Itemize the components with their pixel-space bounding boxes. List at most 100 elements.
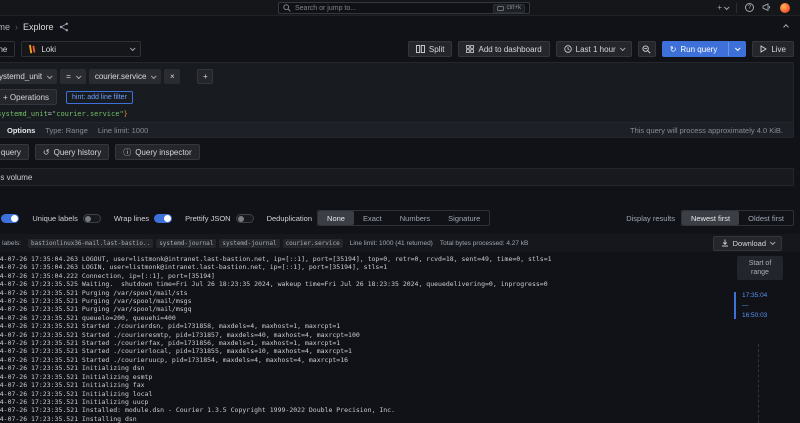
navigation-dashed-line [758, 344, 759, 423]
user-avatar[interactable] [780, 3, 790, 13]
range-from-time: 17:35:04 [742, 292, 767, 299]
query-actions-row: + Add query ↺Query history ⓘQuery inspec… [0, 144, 794, 160]
log-row[interactable]: 2024-07-26 17:23:35.521 Started ./courie… [0, 339, 720, 347]
query-editor-card: systemd_unit = courier.service × + + Ope… [0, 62, 794, 138]
log-row[interactable]: 2024-07-26 17:23:35.521 Started ./courie… [0, 356, 720, 364]
log-row[interactable]: 2024-07-26 17:23:35.521 Installing dsn [0, 415, 720, 423]
query-history-button[interactable]: ↺Query history [35, 144, 109, 160]
topbar-actions: + ? [717, 3, 800, 13]
dedup-option-none[interactable]: None [318, 211, 354, 225]
label-badge: courier.service [283, 239, 343, 248]
log-row[interactable]: 2024-07-26 17:23:35.521 Initializing dsn [0, 364, 720, 372]
start-of-range-label: Start of range [737, 256, 783, 280]
range-dash: — [742, 302, 767, 309]
common-labels-badges: bastionlinux36-mail.last-bastio..systemd… [28, 239, 343, 248]
zoom-out-icon [642, 45, 651, 54]
label-badge: systemd-journal [156, 239, 216, 248]
query-options-bar[interactable]: Options Type: Range Line limit: 1000 Thi… [0, 122, 793, 137]
options-line-limit: Line limit: 1000 [98, 126, 148, 135]
refresh-icon: ↻ [670, 45, 677, 54]
datasource-name: Loki [41, 45, 56, 54]
explore-toolbar: Outline Loki Split Add to dashboard Last… [0, 38, 800, 60]
run-query-dropdown[interactable] [728, 42, 745, 56]
log-row[interactable]: 2024-07-26 17:23:35.525 Waiting. shutdow… [0, 280, 720, 288]
share-icon[interactable] [59, 22, 69, 32]
log-row[interactable]: 2024-07-26 17:35:04.263 LOGIN, user=list… [0, 263, 720, 271]
display-results-label: Display results [626, 214, 675, 223]
operations-button[interactable]: + Operations [0, 89, 57, 105]
help-icon[interactable]: ? [745, 3, 754, 12]
query-inspector-button[interactable]: ⓘQuery inspector [115, 144, 199, 160]
divider [736, 3, 737, 13]
log-row[interactable]: 2024-07-26 17:23:35.521 Purging /var/spo… [0, 289, 720, 297]
range-to-time: 16:50:03 [742, 312, 767, 319]
play-icon [760, 45, 767, 53]
label-value-select[interactable]: courier.service [89, 69, 162, 84]
collapse-chevron-icon[interactable] [783, 24, 789, 30]
split-button[interactable]: Split [408, 41, 453, 57]
apps-grid-icon [466, 45, 474, 53]
log-row[interactable]: 2024-07-26 17:23:35.521 Purging /var/spo… [0, 305, 720, 313]
prettify-json-toggle[interactable] [236, 214, 254, 223]
download-button[interactable]: Download [713, 236, 782, 251]
hint-add-line-filter-link[interactable]: hint: add line filter [66, 91, 133, 104]
remove-filter-button[interactable]: × [164, 69, 180, 84]
query-size-estimate: This query will process approximately 4.… [630, 126, 783, 135]
search-input[interactable]: Search or jump to... ctrl+k [278, 2, 530, 14]
news-megaphone-icon[interactable] [762, 3, 772, 12]
run-query-button[interactable]: ↻Run query [662, 41, 747, 57]
zoom-out-button[interactable] [638, 41, 656, 57]
add-filter-button[interactable]: + [197, 69, 213, 84]
live-button[interactable]: Live [752, 41, 794, 57]
log-row[interactable]: 2024-07-26 17:23:35.521 Initializing uuc… [0, 398, 720, 406]
label-filters-row: systemd_unit = courier.service × + [0, 63, 793, 84]
breadcrumb-home-link[interactable]: Home [0, 22, 10, 32]
prettify-json-toggle-group: Prettify JSON [185, 214, 253, 223]
add-to-dashboard-button[interactable]: Add to dashboard [458, 41, 549, 57]
logs-meta-row: Common labels: bastionlinux36-mail.last-… [0, 234, 800, 252]
log-row[interactable]: 2024-07-26 17:35:04.222 Connection, ip=[… [0, 272, 720, 280]
dedup-option-signature[interactable]: Signature [439, 211, 489, 225]
keyboard-icon [497, 6, 504, 11]
time-toggle[interactable] [1, 214, 19, 223]
logs-controls-row: Time Unique labels Wrap lines Prettify J… [0, 206, 800, 230]
download-icon [721, 239, 729, 247]
outline-button[interactable]: Outline [0, 41, 15, 57]
label-name-select[interactable]: systemd_unit [0, 69, 57, 84]
time-range-marker[interactable]: 17:35:04 — 16:50:03 [734, 292, 767, 319]
order-oldest-first[interactable]: Oldest first [739, 211, 793, 225]
order-options: Newest first Oldest first [681, 210, 794, 226]
operations-row: + Operations hint: add line filter [0, 84, 793, 105]
log-row[interactable]: 2024-07-26 17:35:04.263 LOGOUT, user=lis… [0, 255, 720, 263]
dedup-option-numbers[interactable]: Numbers [391, 211, 439, 225]
label-operator-select[interactable]: = [60, 69, 86, 84]
log-row[interactable]: 2024-07-26 17:23:35.521 Initializing fax [0, 381, 720, 389]
unique-labels-toggle-group: Unique labels [32, 214, 100, 223]
log-row[interactable]: 2024-07-26 17:23:35.521 Installed: modul… [0, 406, 720, 414]
time-toggle-group: Time [0, 214, 19, 223]
shortcut-badge: ctrl+k [493, 4, 525, 13]
breadcrumb: Home › Explore [0, 16, 800, 38]
add-query-button[interactable]: + Add query [0, 144, 29, 160]
datasource-picker[interactable]: Loki [21, 41, 141, 57]
time-range-picker[interactable]: Last 1 hour [556, 41, 632, 57]
search-placeholder: Search or jump to... [295, 5, 489, 12]
log-row[interactable]: 2024-07-26 17:23:35.521 queuelo=200, que… [0, 314, 720, 322]
toolbar-right: Split Add to dashboard Last 1 hour ↻Run … [408, 41, 794, 57]
log-row[interactable]: 2024-07-26 17:23:35.521 Started ./courie… [0, 322, 720, 330]
breadcrumb-page: Explore [23, 22, 54, 32]
options-type: Type: Range [45, 126, 88, 135]
dedup-option-exact[interactable]: Exact [354, 211, 391, 225]
log-row[interactable]: 2024-07-26 17:23:35.521 Purging /var/spo… [0, 297, 720, 305]
order-newest-first[interactable]: Newest first [682, 211, 739, 225]
wrap-lines-toggle[interactable] [154, 214, 172, 223]
logs-volume-panel[interactable]: Logs volume [0, 168, 794, 186]
logs-volume-title: Logs volume [0, 173, 32, 182]
log-row[interactable]: 2024-07-26 17:23:35.521 Started ./courie… [0, 331, 720, 339]
top-nav-bar: Search or jump to... ctrl+k + ? [0, 0, 800, 16]
unique-labels-toggle[interactable] [83, 214, 101, 223]
log-row[interactable]: 2024-07-26 17:23:35.521 Initializing loc… [0, 390, 720, 398]
log-row[interactable]: 2024-07-26 17:23:35.521 Initializing esm… [0, 373, 720, 381]
log-row[interactable]: 2024-07-26 17:23:35.521 Started ./courie… [0, 347, 720, 355]
new-menu-button[interactable]: + [717, 3, 728, 12]
